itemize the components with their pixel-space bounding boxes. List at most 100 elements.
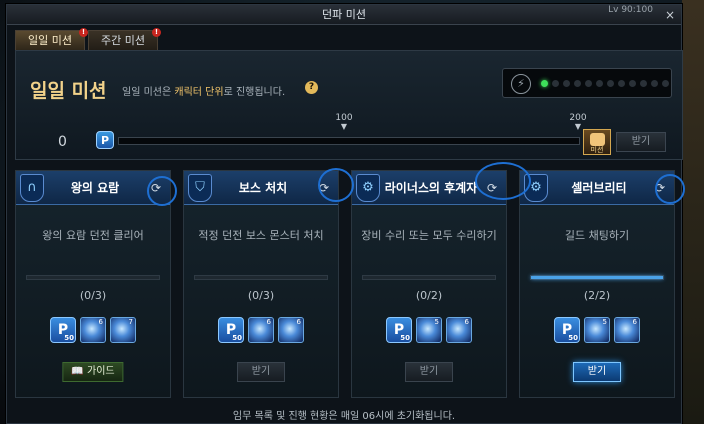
point-reward-icon[interactable]: P 50 <box>554 317 580 343</box>
background-strip <box>682 0 704 424</box>
progress-fill <box>531 276 663 279</box>
subtitle-suffix: 로 진행됩니다. <box>223 87 286 98</box>
gem-reward-icon[interactable]: 6 <box>446 317 472 343</box>
shield-icon: ⛉ <box>188 174 212 202</box>
subtitle-highlight: 캐릭터 단위 <box>174 87 224 98</box>
reset-note: 임무 목록 및 진행 현황은 매일 06시에 초기화됩니다. <box>232 411 456 422</box>
gem-reward-icon[interactable]: 6 <box>278 317 304 343</box>
alert-badge: ! <box>151 28 161 37</box>
refresh-icon[interactable]: ⟳ <box>652 180 668 196</box>
tab-daily-mission[interactable]: 일일 미션 ! <box>15 28 88 50</box>
subtitle-prefix: 일일 미션은 <box>122 87 172 98</box>
status-dots <box>541 80 669 87</box>
reward-amount: 6 <box>464 318 469 326</box>
status-dot <box>541 80 548 87</box>
claim-button[interactable]: 받기 <box>573 362 621 382</box>
status-dot <box>607 80 614 87</box>
mission-count: (0/2) <box>415 289 443 302</box>
mission-title: 라이너스의 후계자 <box>384 181 478 195</box>
milestone-marker-100: 100 ▼ <box>329 113 359 131</box>
gem-reward-icon[interactable]: 5 <box>416 317 442 343</box>
refresh-icon[interactable]: ⟳ <box>316 180 332 196</box>
reward-list: P 50 5 6 <box>352 317 506 343</box>
subtitle: 일일 미션은 캐릭터 단위로 진행됩니다. <box>122 83 285 98</box>
mission-progress-bar <box>530 275 664 280</box>
mission-card-list: ∩ 왕의 요람 ⟳ 왕의 요람 던전 클리어 (0/3) P 50 6 7 📖 … <box>15 162 685 400</box>
mission-card-header: ⚙ 셀러브리티 ⟳ <box>520 171 674 205</box>
reward-amount: 50 <box>232 334 242 342</box>
status-dot <box>618 80 625 87</box>
mission-progress-bar <box>118 137 580 145</box>
mission-title: 왕의 요람 <box>70 181 120 195</box>
refresh-icon[interactable]: ⟳ <box>484 180 500 196</box>
status-dot <box>662 80 669 87</box>
status-dot <box>574 80 581 87</box>
mission-description: 적정 던전 보스 몬스터 처치 <box>198 229 324 242</box>
header-panel: 일일 미션 일일 미션은 캐릭터 단위로 진행됩니다. ? ⚡ 0 P 100 … <box>15 50 683 160</box>
reward-amount: 6 <box>266 318 271 326</box>
reward-amount: 50 <box>64 334 74 342</box>
reward-amount: 5 <box>434 318 439 326</box>
mission-title: 셀러브리티 <box>571 181 627 195</box>
refresh-icon[interactable]: ⟳ <box>148 180 164 196</box>
tab-label: 주간 미션 <box>100 34 145 47</box>
mission-window: 던파 미션 Lv 90:100 × 일일 미션 ! 주간 미션 ! 일일 미션 … <box>6 4 685 424</box>
level-text: Lv 90:100 <box>608 5 653 15</box>
status-indicator-box: ⚡ <box>502 68 672 98</box>
status-dot <box>585 80 592 87</box>
mission-card-header: ⚙ 라이너스의 후계자 ⟳ <box>352 171 506 205</box>
close-button[interactable]: × <box>663 8 677 22</box>
gem-reward-icon[interactable]: 6 <box>80 317 106 343</box>
mission-progress-bar <box>194 275 328 280</box>
gem-reward-icon[interactable]: 6 <box>614 317 640 343</box>
character-portrait-icon <box>590 133 605 146</box>
reward-list: P 50 6 6 <box>184 317 338 343</box>
reward-list: P 50 6 7 <box>16 317 170 343</box>
point-reward-icon[interactable]: P 50 <box>218 317 244 343</box>
help-icon[interactable]: ? <box>305 81 318 94</box>
mission-card: ⚙ 라이너스의 후계자 ⟳ 장비 수리 또는 모두 수리하기 (0/2) P 5… <box>351 170 507 398</box>
reward-amount: 6 <box>632 318 637 326</box>
guide-button[interactable]: 📖 가이드 <box>62 362 124 382</box>
mission-description: 길드 채팅하기 <box>564 229 630 242</box>
claim-button[interactable]: 받기 <box>405 362 453 382</box>
claim-milestone-button[interactable]: 받기 <box>616 132 666 152</box>
lightning-icon: ⚡ <box>511 74 531 94</box>
gear-icon: ⚙ <box>524 174 548 202</box>
reward-list: P 50 5 6 <box>520 317 674 343</box>
window-titlebar[interactable]: 던파 미션 Lv 90:100 × <box>7 5 681 25</box>
page-title: 일일 미션 <box>30 80 107 102</box>
point-reward-icon[interactable]: P 50 <box>386 317 412 343</box>
alert-badge: ! <box>78 28 88 37</box>
mission-title: 보스 처치 <box>238 181 288 195</box>
status-dot <box>552 80 559 87</box>
gem-reward-icon[interactable]: 5 <box>584 317 610 343</box>
milestone-reward-icon[interactable]: 미션 <box>583 129 611 155</box>
status-dot <box>640 80 647 87</box>
tab-weekly-mission[interactable]: 주간 미션 ! <box>87 28 161 50</box>
tab-bar: 일일 미션 ! 주간 미션 ! <box>15 28 161 50</box>
point-reward-icon[interactable]: P 50 <box>50 317 76 343</box>
mission-description: 왕의 요람 던전 클리어 <box>42 229 144 242</box>
mission-card: ∩ 왕의 요람 ⟳ 왕의 요람 던전 클리어 (0/3) P 50 6 7 📖 … <box>15 170 171 398</box>
point-count: 0 <box>58 134 67 150</box>
status-dot <box>629 80 636 87</box>
window-title: 던파 미션 <box>322 8 366 21</box>
claim-button[interactable]: 받기 <box>237 362 285 382</box>
status-dot <box>596 80 603 87</box>
gem-reward-icon[interactable]: 7 <box>110 317 136 343</box>
gear-icon: ⚙ <box>356 174 380 202</box>
reward-amount: 6 <box>296 318 301 326</box>
status-dot <box>651 80 658 87</box>
mission-card-header: ⛉ 보스 처치 ⟳ <box>184 171 338 205</box>
mission-card-header: ∩ 왕의 요람 ⟳ <box>16 171 170 205</box>
reward-amount: 6 <box>98 318 103 326</box>
mission-progress-bar <box>26 275 160 280</box>
triangle-down-icon: ▼ <box>340 122 348 131</box>
reward-amount: 7 <box>128 318 133 326</box>
reward-label: 미션 <box>590 146 604 154</box>
gem-reward-icon[interactable]: 6 <box>248 317 274 343</box>
status-dot <box>563 80 570 87</box>
point-icon: P <box>96 131 114 149</box>
mission-count: (0/3) <box>247 289 275 302</box>
